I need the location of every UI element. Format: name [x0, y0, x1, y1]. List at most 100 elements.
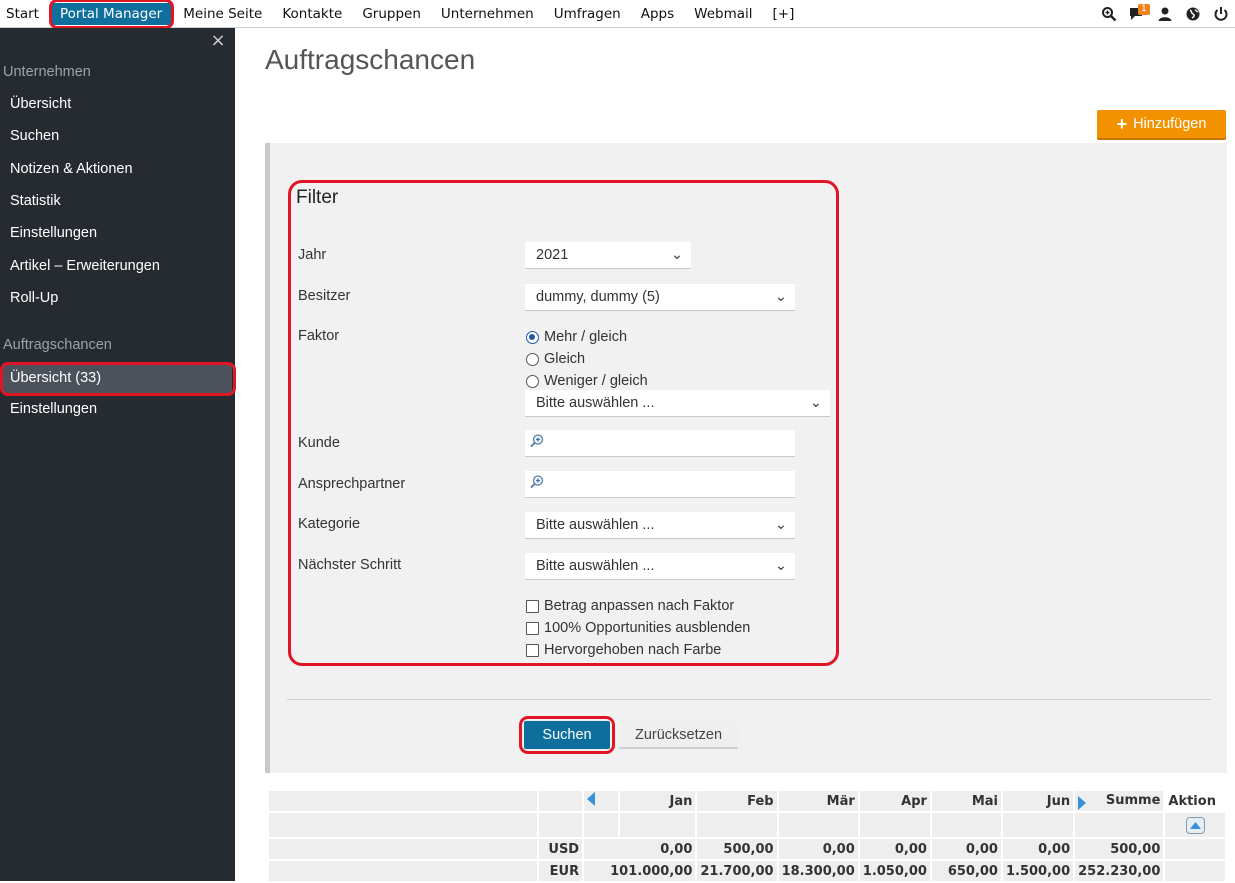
collapse-up-button[interactable]	[1185, 816, 1205, 834]
kunde-input[interactable]	[525, 430, 795, 457]
table-cell: 0,00	[1002, 839, 1074, 859]
faktor-option-label: Weniger / gleich	[544, 373, 648, 389]
chevron-down-icon: ⌄	[774, 289, 787, 305]
table-cell	[619, 813, 696, 837]
naechster-schritt-select[interactable]: Bitte auswählen ... ⌄	[525, 553, 795, 580]
kunde-label: Kunde	[298, 435, 340, 451]
table-cell	[931, 813, 1001, 837]
faktor-radio-gleich[interactable]: Gleich	[526, 349, 585, 369]
chevron-down-icon: ⌄	[670, 247, 683, 263]
faktor-radio-weniger-gleich[interactable]: Weniger / gleich	[526, 371, 648, 391]
sum-cell: 252.230,00	[1075, 861, 1164, 881]
reset-button[interactable]: Zurücksetzen	[619, 722, 738, 749]
add-button-label: Hinzufügen	[1133, 116, 1207, 132]
table-cell	[584, 813, 618, 837]
nav-meine-seite[interactable]: Meine Seite	[173, 0, 272, 28]
checkbox-betrag-anpassen[interactable]: Betrag anpassen nach Faktor	[526, 596, 734, 616]
table-cell: 0,00	[931, 839, 1001, 859]
sidebar-item-roll-up[interactable]: Roll-Up	[0, 283, 235, 313]
sidebar-section-auftragschancen: Auftragschancen	[3, 337, 112, 353]
ansprechpartner-input[interactable]	[525, 471, 795, 498]
jahr-select[interactable]: 2021 ⌄	[525, 242, 691, 269]
checkbox-unchecked-icon	[526, 643, 539, 657]
nav-kontakte[interactable]: Kontakte	[272, 0, 352, 28]
table-header-row: Jan Feb Mär Apr Mai Jun Summe Aktion	[269, 791, 1225, 811]
nav-unternehmen[interactable]: Unternehmen	[431, 0, 544, 28]
sidebar: × Unternehmen Übersicht Suchen Notizen &…	[0, 28, 236, 881]
power-icon[interactable]	[1207, 0, 1235, 28]
table-cell: 0,00	[584, 839, 696, 859]
naechster-schritt-value: Bitte auswählen ...	[536, 558, 655, 574]
arrow-right-icon[interactable]	[1078, 795, 1087, 810]
radio-unchecked-icon	[526, 374, 539, 388]
sidebar-item-uebersicht-auftragschancen[interactable]: Übersicht (33)	[3, 363, 232, 393]
sidebar-item-uebersicht[interactable]: Übersicht	[0, 89, 235, 119]
table-cell	[1165, 861, 1225, 881]
checkbox-unchecked-icon	[526, 621, 539, 635]
checkbox-label: 100% Opportunities ausblenden	[544, 620, 751, 636]
faktor-option-label: Mehr / gleich	[544, 329, 628, 345]
sum-cell: 500,00	[1075, 839, 1164, 859]
besitzer-value: dummy, dummy (5)	[536, 289, 660, 305]
table-cell: 21.700,00	[697, 861, 777, 881]
table-row	[269, 813, 1225, 837]
plus-icon: +	[1116, 114, 1128, 134]
table-cell: 650,00	[931, 861, 1001, 881]
kategorie-select[interactable]: Bitte auswählen ... ⌄	[525, 512, 795, 539]
nav-webmail[interactable]: Webmail	[684, 0, 762, 28]
table-cell	[538, 791, 583, 811]
chevron-down-icon: ⌄	[774, 517, 787, 533]
sidebar-item-artikel-erweiterungen[interactable]: Artikel – Erweiterungen	[0, 251, 235, 281]
search-button[interactable]: Suchen	[524, 721, 610, 749]
faktor-label: Faktor	[298, 328, 340, 344]
faktor-select-value: Bitte auswählen ...	[536, 395, 655, 411]
divider	[287, 699, 1211, 700]
messages-icon[interactable]: 1	[1123, 0, 1151, 28]
stats-table: Jan Feb Mär Apr Mai Jun Summe Aktion USD…	[267, 789, 1227, 883]
sidebar-item-einstellungen[interactable]: Einstellungen	[0, 218, 235, 248]
sidebar-item-suchen[interactable]: Suchen	[0, 121, 235, 151]
month-header: Jan	[619, 791, 696, 811]
messages-badge: 1	[1138, 4, 1150, 15]
sidebar-item-statistik[interactable]: Statistik	[0, 186, 235, 216]
add-button[interactable]: + Hinzufügen	[1097, 110, 1226, 138]
nav-portal-manager[interactable]: Portal Manager	[50, 3, 172, 25]
nav-gruppen[interactable]: Gruppen	[352, 0, 431, 28]
jahr-label: Jahr	[298, 247, 327, 263]
nav-add-tab[interactable]: [+]	[763, 0, 805, 28]
sidebar-item-einstellungen-auftragschancen[interactable]: Einstellungen	[0, 394, 235, 424]
nav-umfragen[interactable]: Umfragen	[544, 0, 631, 28]
chevron-down-icon: ⌄	[809, 395, 822, 411]
triangle-up-icon	[1189, 821, 1201, 829]
search-icon[interactable]	[1095, 0, 1123, 28]
ansprechpartner-label: Ansprechpartner	[298, 476, 406, 492]
globe-icon[interactable]	[1179, 0, 1207, 28]
nav-apps[interactable]: Apps	[631, 0, 684, 28]
table-cell	[538, 813, 583, 837]
table-cell	[269, 861, 537, 881]
month-header: Apr	[859, 791, 930, 811]
sidebar-close-icon[interactable]: ×	[208, 30, 228, 52]
table-row-eur: EUR 101.000,00 21.700,00 18.300,00 1.050…	[269, 861, 1225, 881]
kategorie-label: Kategorie	[298, 516, 361, 532]
checkbox-opportunities-ausblenden[interactable]: 100% Opportunities ausblenden	[526, 618, 750, 638]
table-cell	[1075, 813, 1164, 837]
table-cell: 101.000,00	[584, 861, 696, 881]
faktor-select[interactable]: Bitte auswählen ... ⌄	[525, 390, 830, 417]
action-cell	[1165, 813, 1225, 837]
checkbox-hervorgehoben-farbe[interactable]: Hervorgehoben nach Farbe	[526, 640, 721, 660]
user-icon[interactable]	[1151, 0, 1179, 28]
table-cell	[778, 813, 858, 837]
faktor-radio-mehr-gleich[interactable]: Mehr / gleich	[526, 327, 627, 347]
table-cell	[859, 813, 930, 837]
nav-start[interactable]: Start	[0, 0, 49, 28]
naechster-schritt-label: Nächster Schritt	[298, 557, 402, 573]
besitzer-label: Besitzer	[298, 288, 351, 304]
checkbox-unchecked-icon	[526, 599, 539, 613]
sidebar-item-notizen-aktionen[interactable]: Notizen & Aktionen	[0, 154, 235, 184]
table-cell	[697, 813, 777, 837]
arrow-left-icon[interactable]	[587, 792, 596, 806]
besitzer-select[interactable]: dummy, dummy (5) ⌄	[525, 284, 795, 311]
sum-header: Summe	[1075, 791, 1164, 811]
month-header: Jun	[1002, 791, 1074, 811]
